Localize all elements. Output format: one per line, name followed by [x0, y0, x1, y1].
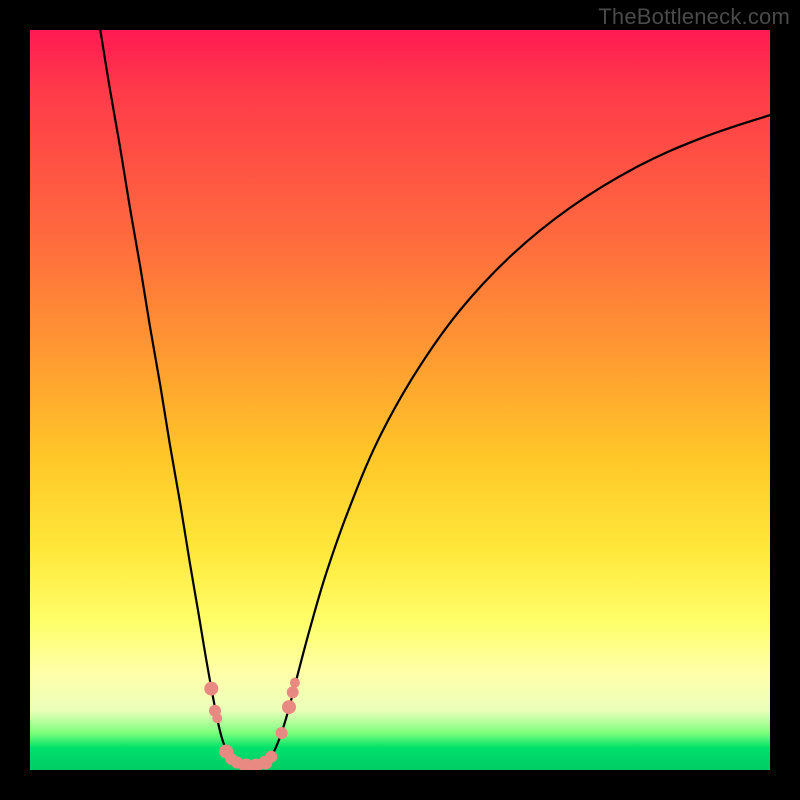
curve-marker: [287, 686, 299, 698]
curve-layer: [30, 30, 770, 770]
curve-marker: [204, 682, 218, 696]
curve-marker: [276, 727, 288, 739]
bottleneck-curve: [100, 30, 770, 767]
curve-marker: [282, 700, 296, 714]
watermark-text: TheBottleneck.com: [598, 4, 790, 30]
curve-marker: [265, 751, 277, 763]
curve-marker: [212, 713, 222, 723]
chart-frame: TheBottleneck.com: [0, 0, 800, 800]
plot-area: [30, 30, 770, 770]
curve-marker: [290, 678, 300, 688]
